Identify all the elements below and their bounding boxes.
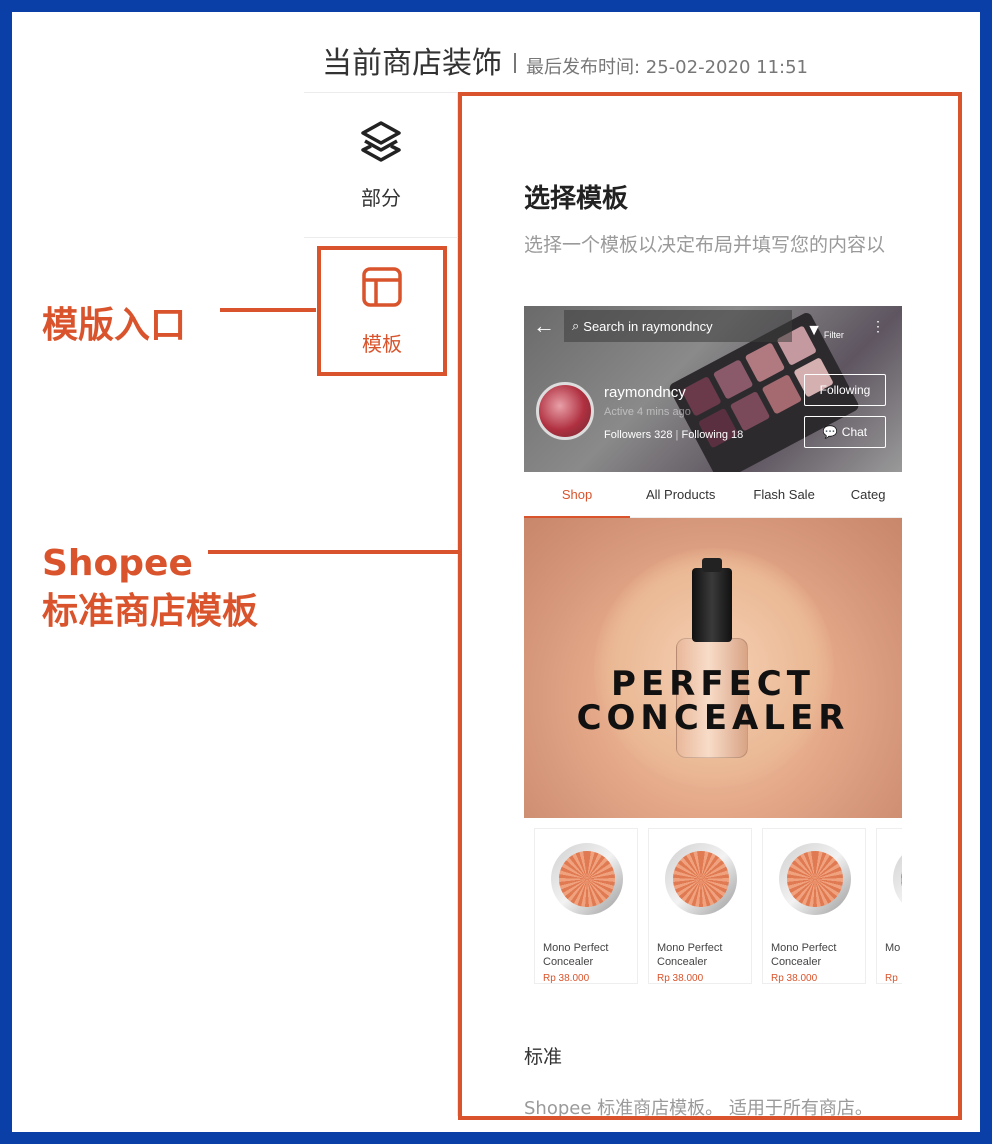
active-status: Active 4 mins ago	[604, 406, 691, 418]
product-price: Rp	[885, 973, 898, 984]
page-header: 当前商店装饰 最后发布时间: 25-02-2020 11:51	[322, 38, 808, 82]
sidebar-item-label: 部分	[361, 186, 401, 210]
filter-label: Filter	[823, 330, 844, 340]
promo-banner[interactable]: PERFECT CONCEALER	[524, 518, 902, 818]
last-published-time: 最后发布时间: 25-02-2020 11:51	[526, 57, 808, 78]
follow-stats: Followers 328 | Following 18	[604, 429, 744, 441]
chat-button[interactable]: 💬 Chat	[804, 416, 886, 448]
product-name: Mono Perfect Concealer	[657, 942, 723, 968]
template-preview[interactable]: ← ⌕ Search in raymondncy ▼ Filter ⋮ raym…	[524, 306, 902, 988]
product-card[interactable]: Mo Ba Rp	[876, 828, 902, 984]
back-arrow-icon[interactable]: ←	[524, 313, 564, 339]
search-placeholder: Search in raymondncy	[583, 318, 713, 334]
tab-shop[interactable]: Shop	[524, 472, 630, 519]
layers-icon	[357, 119, 405, 168]
product-name: Mo Ba	[885, 942, 902, 954]
search-icon: ⌕	[572, 318, 580, 333]
chat-icon: 💬	[822, 425, 838, 439]
annotation-line: 标准商店模板	[42, 591, 259, 632]
annotation-connector-line	[220, 308, 316, 312]
tab-flash-sale[interactable]: Flash Sale	[753, 487, 814, 502]
product-card[interactable]: Mono Perfect Concealer Rp 38.000	[534, 828, 638, 984]
product-price: Rp 38.000	[657, 973, 704, 984]
chat-label: Chat	[841, 425, 868, 439]
product-name: Mono Perfect Concealer	[543, 942, 609, 968]
preview-search-input[interactable]: ⌕ Search in raymondncy	[564, 310, 792, 342]
bottle-nozzle	[702, 558, 722, 572]
product-card[interactable]: Mono Perfect Concealer Rp 38.000	[762, 828, 866, 984]
preview-topbar: ← ⌕ Search in raymondncy ▼ Filter ⋮	[524, 306, 902, 346]
product-price: Rp 38.000	[543, 973, 590, 984]
sidebar-item-sections[interactable]: 部分	[304, 92, 458, 238]
product-image	[665, 843, 737, 915]
annotation-connector-line	[208, 550, 458, 554]
sidebar: 部分 模板	[304, 92, 458, 1116]
banner-title-line2: CONCEALER	[576, 698, 850, 738]
product-image	[893, 843, 902, 915]
product-list: Mono Perfect Concealer Rp 38.000 Mono Pe…	[524, 828, 902, 988]
app-frame: 当前商店装饰 最后发布时间: 25-02-2020 11:51 部分 模板 模版…	[12, 12, 980, 1132]
template-icon	[360, 265, 404, 314]
product-image	[551, 843, 623, 915]
template-name: 标准	[524, 1046, 563, 1068]
shopee-template-annotation: Shopee 标准商店模板	[42, 540, 258, 636]
followers-count: Followers 328	[604, 429, 673, 441]
sidebar-item-label: 模板	[362, 332, 402, 356]
shop-name: raymondncy	[604, 384, 686, 401]
following-count: Following 18	[681, 429, 744, 441]
more-icon[interactable]: ⋮	[858, 318, 898, 335]
product-card[interactable]: Mono Perfect Concealer Rp 38.000	[648, 828, 752, 984]
page-title: 当前商店装饰	[322, 46, 502, 81]
tab-categories[interactable]: Categ	[851, 487, 886, 502]
product-price: Rp 38.000	[771, 973, 818, 984]
template-entry-annotation: 模版入口	[42, 305, 187, 346]
shop-header-bg: ← ⌕ Search in raymondncy ▼ Filter ⋮ raym…	[524, 306, 902, 472]
shop-tabs: Shop All Products Flash Sale Categ	[524, 472, 902, 519]
sidebar-item-templates[interactable]: 模板	[317, 246, 447, 376]
product-name: Mono Perfect Concealer	[771, 942, 837, 968]
tab-all-products[interactable]: All Products	[646, 487, 715, 502]
bottle-cap	[692, 568, 732, 642]
following-button[interactable]: Following	[804, 374, 886, 406]
filter-icon: ▼	[806, 322, 822, 339]
annotation-line: Shopee	[42, 543, 193, 584]
product-image	[779, 843, 851, 915]
template-description: Shopee 标准商店模板。 适用于所有商店。	[524, 1098, 873, 1119]
template-panel: 选择模板 选择一个模板以决定布局并填写您的内容以 ← ⌕ Search in r…	[458, 92, 962, 1120]
shop-avatar	[536, 382, 594, 440]
panel-subtitle: 选择一个模板以决定布局并填写您的内容以	[524, 234, 886, 256]
panel-heading: 选择模板	[524, 184, 629, 214]
header-divider	[514, 53, 516, 73]
filter-button[interactable]: ▼ Filter	[792, 306, 858, 346]
